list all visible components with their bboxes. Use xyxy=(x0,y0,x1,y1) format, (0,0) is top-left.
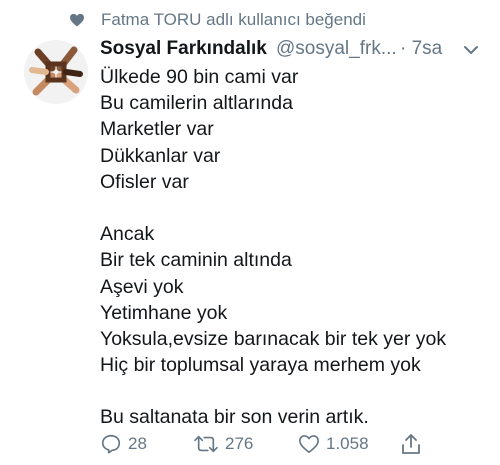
heart-icon xyxy=(70,13,84,27)
like-count: 1.058 xyxy=(326,434,369,453)
retweet-icon xyxy=(194,435,218,453)
heart-outline-icon xyxy=(299,435,319,454)
tweet-line xyxy=(100,195,495,221)
share-icon xyxy=(402,434,420,454)
display-name[interactable]: Sosyal Farkındalık xyxy=(100,38,267,60)
avatar[interactable] xyxy=(24,40,88,104)
retweet-count: 276 xyxy=(225,434,254,453)
share-button[interactable] xyxy=(400,430,422,458)
chevron-down-icon[interactable] xyxy=(463,44,479,56)
tweet-line: Bu camilerin altlarında xyxy=(100,92,293,115)
social-context[interactable]: Fatma TORU adlı kullanıcı beğendi xyxy=(0,6,500,34)
tweet-line: Ancak xyxy=(100,223,155,246)
reply-button[interactable]: 28 xyxy=(100,430,147,458)
tweet-line: Ofisler var xyxy=(100,170,189,193)
tweet-header: Sosyal Farkındalık @sosyal_frk... · 7sa xyxy=(100,38,500,66)
tweet-line: Hiç bir toplumsal yaraya merhem yok xyxy=(100,354,421,377)
tweet-line: Marketler var xyxy=(100,118,214,141)
timestamp[interactable]: · 7sa xyxy=(400,38,442,60)
avatar-hands-image xyxy=(24,40,88,104)
tweet-line: Aşevi yok xyxy=(100,275,184,298)
reply-count: 28 xyxy=(128,434,147,453)
tweet-text: Ülkede 90 bin cami var Bu camilerin altl… xyxy=(100,64,495,431)
tweet-line: Bu saltanata bir son verin artık. xyxy=(100,406,369,429)
tweet-line: Dükkanlar var xyxy=(100,144,221,167)
reply-icon xyxy=(101,434,121,454)
tweet-line xyxy=(100,378,495,404)
tweet-line: Yoksula,evsize barınacak bir tek yer yok xyxy=(100,327,447,350)
tweet-line: Bir tek caminin altında xyxy=(100,249,292,272)
tweet-actions: 28 276 1.058 xyxy=(100,430,480,458)
tweet-line: Yetimhane yok xyxy=(100,301,228,324)
liked-by-text: Fatma TORU adlı kullanıcı beğendi xyxy=(101,10,366,29)
user-handle[interactable]: @sosyal_frk... xyxy=(276,38,397,60)
retweet-button[interactable]: 276 xyxy=(193,430,253,458)
like-button[interactable]: 1.058 xyxy=(298,430,369,458)
tweet-line: Ülkede 90 bin cami var xyxy=(100,66,299,88)
